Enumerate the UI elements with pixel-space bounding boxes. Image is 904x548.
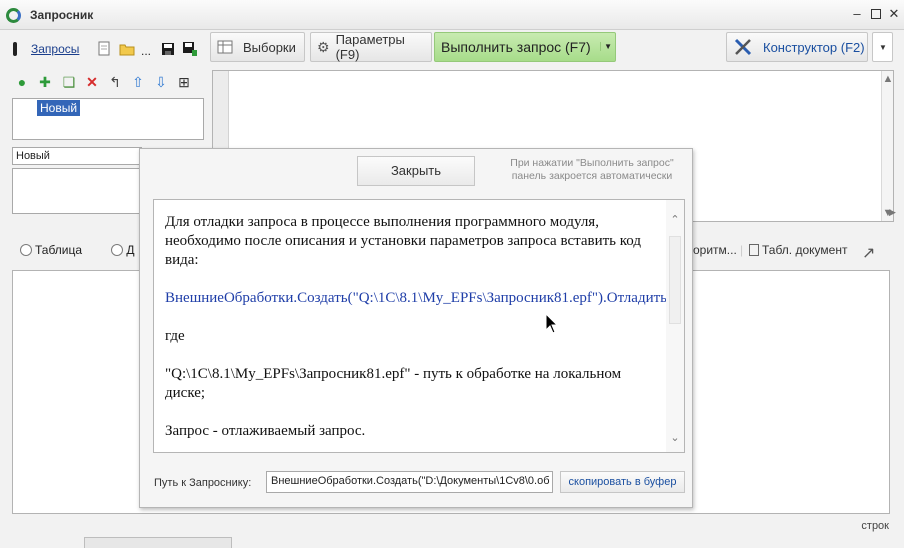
auto-close-hint: При нажатии "Выполнить запрос" панель за… — [510, 157, 674, 182]
tools-icon — [734, 38, 752, 56]
chevron-up-icon[interactable]: ⌃ — [669, 214, 681, 226]
refresh-app-icon — [6, 8, 21, 23]
help-code-sample: ВнешниеОбработки.Создать("Q:\1C\8.1\My_E… — [165, 290, 685, 306]
add-subitem-icon[interactable]: ✚ — [37, 74, 53, 90]
window-title: Запросник — [30, 8, 94, 22]
params-button[interactable]: ⚙ Параметры (F9) — [310, 32, 432, 62]
query-comment-area[interactable] — [12, 168, 142, 214]
help-text-box[interactable]: Для отладки запроса в процессе выполнени… — [153, 199, 685, 453]
tabdoc-option-label: Табл. документ — [762, 243, 848, 257]
tabdoc-option[interactable]: Табл. документ — [749, 243, 847, 257]
scroll-right-icon[interactable]: ▶ — [889, 207, 897, 221]
constructor-button-label: Конструктор (F2) — [763, 39, 865, 55]
help-paragraph-path: "Q:\1C\8.1\My_EPFs\Запросник81.epf" - пу… — [165, 366, 622, 401]
gear-icon: ⚙ — [317, 38, 330, 55]
execute-query-button[interactable]: Выполнить запрос (F7) ▼ — [434, 32, 616, 62]
scrollbar-thumb[interactable] — [669, 236, 681, 324]
radio-second-label: Д — [126, 243, 135, 257]
delete-icon[interactable]: ✕ — [84, 74, 100, 90]
open-folder-icon[interactable] — [119, 41, 135, 57]
move-up-icon[interactable]: ⇧ — [130, 74, 146, 90]
add-icon[interactable]: ● — [14, 74, 30, 90]
query-name-field[interactable]: Новый — [12, 147, 142, 165]
save-as-icon[interactable] — [182, 41, 198, 57]
new-document-icon[interactable] — [96, 41, 112, 57]
expand-all-icon[interactable]: ⊞ — [176, 74, 192, 90]
chevron-up-icon[interactable]: ▲ — [882, 73, 894, 85]
queries-list-item[interactable]: Новый — [37, 100, 81, 116]
move-down-icon[interactable]: ⇩ — [153, 74, 169, 90]
help-paragraph-intro: Для отладки запроса в процессе выполнени… — [165, 214, 641, 268]
constructor-button[interactable]: Конструктор (F2) — [726, 32, 868, 62]
title-bar: Запросник – ✕ — [0, 0, 904, 30]
maximize-icon[interactable] — [869, 7, 883, 21]
close-button[interactable]: Закрыть — [357, 156, 475, 186]
queries-link[interactable]: Запросы — [31, 42, 79, 56]
help-text: Для отладки запроса в процессе выполнени… — [165, 213, 685, 452]
more-menu-button[interactable]: ▼ — [872, 32, 893, 62]
radio-table[interactable] — [20, 244, 32, 256]
dropdown-arrow-icon[interactable]: ▼ — [600, 42, 612, 51]
params-button-label: Параметры (F9) — [335, 32, 405, 62]
selections-button[interactable]: Выборки — [210, 32, 305, 62]
more-icon[interactable]: ... — [141, 44, 157, 60]
close-window-icon[interactable]: ✕ — [887, 7, 901, 21]
row-count-status: строк — [861, 520, 889, 532]
queries-list[interactable]: Новый — [12, 98, 204, 140]
document-icon — [749, 244, 759, 256]
chevron-down-icon[interactable]: ⌄ — [669, 432, 681, 444]
radio-second[interactable] — [111, 244, 124, 256]
help-scrollbar[interactable]: ⌃ ⌄ — [666, 200, 684, 452]
bottom-tab[interactable] — [84, 537, 232, 548]
path-label: Путь к Запроснику: — [154, 477, 252, 489]
table-icon — [217, 40, 233, 54]
execute-button-label: Выполнить запрос (F7) — [441, 39, 591, 55]
vertical-scrollbar[interactable]: ▲ ▼ — [881, 71, 893, 221]
separator: | — [740, 243, 744, 257]
copy-item-icon[interactable]: ❏ — [61, 74, 77, 90]
minimize-icon[interactable]: – — [850, 7, 864, 21]
help-paragraph-query: Запрос - отлаживаемый запрос. — [165, 423, 366, 439]
mouse-cursor-icon — [545, 313, 559, 334]
expand-arrow-icon[interactable]: ↗ — [862, 243, 875, 263]
copy-to-clipboard-button[interactable]: скопировать в буфер — [560, 471, 685, 493]
help-paragraph-where: где — [165, 328, 185, 344]
move-item-icon[interactable]: ↰ — [107, 74, 123, 90]
save-icon[interactable] — [160, 41, 176, 57]
algorithm-option[interactable]: оритм... — [693, 243, 737, 257]
dropdown-arrow-icon: ▼ — [879, 42, 887, 52]
toolbar: Запросы ... Выборки ⚙ Параметры (F9) Вып… — [0, 30, 904, 66]
result-mode-options: Таблица Д — [20, 243, 135, 257]
radio-table-label: Таблица — [35, 243, 83, 257]
selections-button-label: Выборки — [243, 39, 296, 55]
panel-toggle-icon[interactable] — [13, 42, 17, 56]
path-field[interactable]: ВнешниеОбработки.Создать("D:\Документы\1… — [266, 471, 553, 493]
debug-help-popup: Закрыть При нажатии "Выполнить запрос" п… — [139, 148, 693, 508]
